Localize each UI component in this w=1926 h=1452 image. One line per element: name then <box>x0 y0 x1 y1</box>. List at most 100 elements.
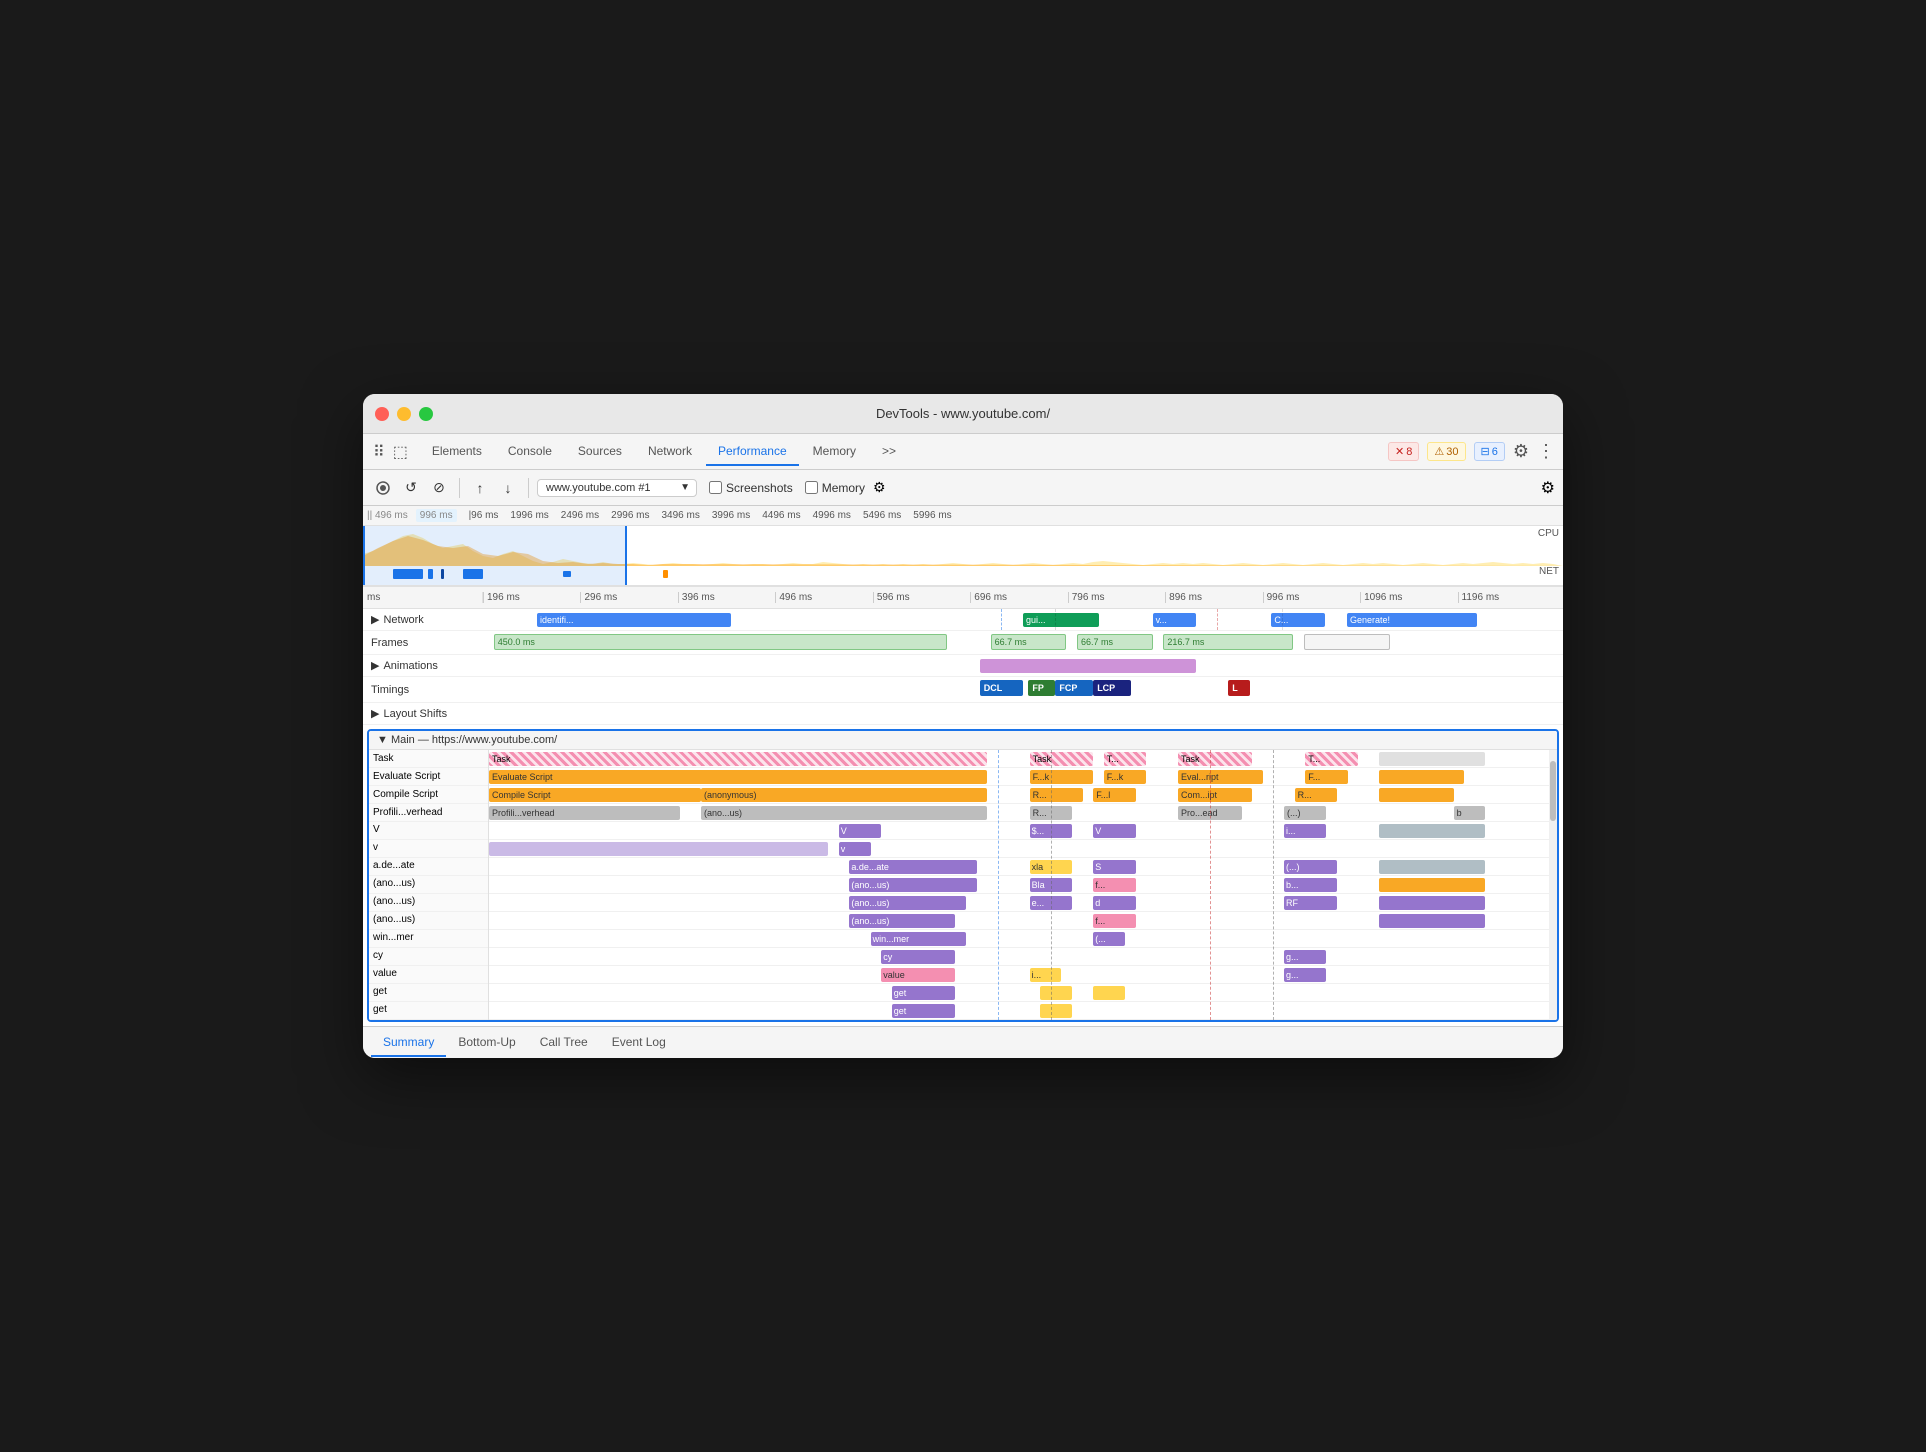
memory-label[interactable]: Memory <box>822 481 865 495</box>
net-bar-2[interactable]: gui... <box>1023 613 1099 627</box>
compile-bar-2[interactable]: (anonymous) <box>701 788 987 802</box>
sub-bar-i1[interactable]: i... <box>1284 824 1326 838</box>
minimize-button[interactable] <box>397 407 411 421</box>
close-button[interactable] <box>375 407 389 421</box>
tab-memory[interactable]: Memory <box>801 438 868 466</box>
net-bar-5[interactable]: Generate! <box>1347 613 1477 627</box>
sub-bar-g2[interactable]: g... <box>1284 968 1326 982</box>
tab-console[interactable]: Console <box>496 438 564 466</box>
record-button[interactable] <box>371 476 395 500</box>
frame-bar-4[interactable]: 216.7 ms <box>1163 634 1293 650</box>
sub-bar-v1[interactable]: V <box>839 824 881 838</box>
profiling-bar-5[interactable]: (...) <box>1284 806 1326 820</box>
sub-bar-d[interactable]: d <box>1093 896 1135 910</box>
frame-bar-5[interactable] <box>1304 634 1390 650</box>
compile-bar-4[interactable]: F...l <box>1093 788 1135 802</box>
sub-bar-get1[interactable]: get <box>892 986 956 1000</box>
task-bar-5[interactable]: T... <box>1305 752 1358 766</box>
compile-bar-1[interactable]: Compile Script <box>489 788 701 802</box>
frame-bar-1[interactable]: 450.0 ms <box>494 634 948 650</box>
sub-bar-v2[interactable]: V <box>1093 824 1135 838</box>
memory-checkbox[interactable] <box>805 481 818 494</box>
sub-bar-v-lower[interactable]: v <box>839 842 871 856</box>
reload-button[interactable]: ↺ <box>399 476 423 500</box>
sub-bar-parens2[interactable]: (... <box>1093 932 1125 946</box>
eval-bar-1[interactable]: Evaluate Script <box>489 770 987 784</box>
tab-performance[interactable]: Performance <box>706 438 799 466</box>
eval-bar-4[interactable]: Eval...ript <box>1178 770 1263 784</box>
network-expand-icon[interactable]: ▶ <box>371 613 379 626</box>
task-bar-1[interactable]: Task <box>489 752 987 766</box>
sub-bar-i2[interactable]: i... <box>1030 968 1062 982</box>
net-bar-1[interactable]: identifi... <box>537 613 731 627</box>
net-bar-4[interactable]: C... <box>1271 613 1325 627</box>
flame-scrollbar[interactable] <box>1549 750 1557 1020</box>
timing-dcl[interactable]: DCL <box>980 680 1023 696</box>
animations-expand-icon[interactable]: ▶ <box>371 659 379 672</box>
tab-event-log[interactable]: Event Log <box>600 1029 678 1057</box>
frame-bar-2[interactable]: 66.7 ms <box>991 634 1067 650</box>
sub-bar-winmer[interactable]: win...mer <box>871 932 966 946</box>
timing-lcp[interactable]: LCP <box>1093 680 1131 696</box>
sub-bar-f2[interactable]: f... <box>1093 914 1135 928</box>
timing-fcp[interactable]: FCP <box>1055 680 1093 696</box>
upload-button[interactable]: ↑ <box>468 476 492 500</box>
task-bar-2[interactable]: Task <box>1030 752 1094 766</box>
screenshots-label[interactable]: Screenshots <box>726 481 793 495</box>
task-bar-6[interactable] <box>1379 752 1485 766</box>
sub-bar-anous3a[interactable]: (ano...us) <box>849 914 955 928</box>
screenshots-checkbox[interactable] <box>709 481 722 494</box>
eval-bar-6[interactable] <box>1379 770 1464 784</box>
sub-bar-g1[interactable]: g... <box>1284 950 1326 964</box>
eval-bar-3[interactable]: F...k <box>1104 770 1146 784</box>
compile-bar-5[interactable]: Com...ipt <box>1178 788 1252 802</box>
sub-bar-rf[interactable]: RF <box>1284 896 1337 910</box>
tab-network[interactable]: Network <box>636 438 704 466</box>
flame-scroll-thumb[interactable] <box>1550 761 1556 821</box>
compile-bar-7[interactable] <box>1379 788 1453 802</box>
inspect-icon[interactable]: ⠿ <box>371 440 387 464</box>
capture-settings-icon[interactable]: ⚙ <box>1541 480 1555 497</box>
sub-bar-get1-yellow[interactable] <box>1040 986 1072 1000</box>
net-bar-3[interactable]: v... <box>1153 613 1196 627</box>
sub-bar-adeate[interactable]: a.de...ate <box>849 860 976 874</box>
profiling-bar-6[interactable]: b <box>1454 806 1486 820</box>
tab-summary[interactable]: Summary <box>371 1029 446 1057</box>
error-badge-red[interactable]: ✕ 8 <box>1388 442 1419 461</box>
error-badge-yellow[interactable]: ⚠ 30 <box>1427 442 1465 461</box>
error-badge-blue[interactable]: ⊟ 6 <box>1474 442 1505 461</box>
frame-bar-3[interactable]: 66.7 ms <box>1077 634 1153 650</box>
compile-bar-6[interactable]: R... <box>1295 788 1337 802</box>
sub-bar-anous1a[interactable]: (ano...us) <box>849 878 976 892</box>
device-icon[interactable]: ⬚ <box>391 440 410 464</box>
sub-bar-f1[interactable]: f... <box>1093 878 1135 892</box>
sub-bar-parens1[interactable]: (...) <box>1284 860 1337 874</box>
compile-bar-3[interactable]: R... <box>1030 788 1083 802</box>
tab-more[interactable]: >> <box>870 438 908 466</box>
download-button[interactable]: ↓ <box>496 476 520 500</box>
timing-fp[interactable]: FP <box>1028 680 1055 696</box>
layout-shifts-expand-icon[interactable]: ▶ <box>371 707 379 720</box>
sub-bar-s[interactable]: S <box>1093 860 1135 874</box>
sub-bar-cy[interactable]: cy <box>881 950 955 964</box>
sub-bar-b1[interactable]: b... <box>1284 878 1337 892</box>
more-options-icon[interactable]: ⋮ <box>1537 441 1555 462</box>
profiling-bar-2[interactable]: (ano...us) <box>701 806 987 820</box>
sub-bar-gray1[interactable] <box>1379 824 1485 838</box>
settings-icon[interactable]: ⚙ <box>1513 441 1529 462</box>
sub-bar-anous2a[interactable]: (ano...us) <box>849 896 966 910</box>
profiling-bar-1[interactable]: Profili...verhead <box>489 806 680 820</box>
url-selector[interactable]: www.youtube.com #1 ▼ <box>537 479 697 497</box>
task-bar-3[interactable]: T... <box>1104 752 1146 766</box>
eval-bar-5[interactable]: F... <box>1305 770 1347 784</box>
sub-bar-value[interactable]: value <box>881 968 955 982</box>
animation-bar[interactable] <box>980 659 1196 673</box>
memory-settings-icon[interactable]: ⚙ <box>873 479 886 496</box>
maximize-button[interactable] <box>419 407 433 421</box>
sub-bar-get2[interactable]: get <box>892 1004 956 1018</box>
eval-bar-2[interactable]: F...k <box>1030 770 1094 784</box>
tab-elements[interactable]: Elements <box>420 438 494 466</box>
tab-bottom-up[interactable]: Bottom-Up <box>446 1029 527 1057</box>
task-bar-4[interactable]: Task <box>1178 752 1252 766</box>
tab-sources[interactable]: Sources <box>566 438 634 466</box>
